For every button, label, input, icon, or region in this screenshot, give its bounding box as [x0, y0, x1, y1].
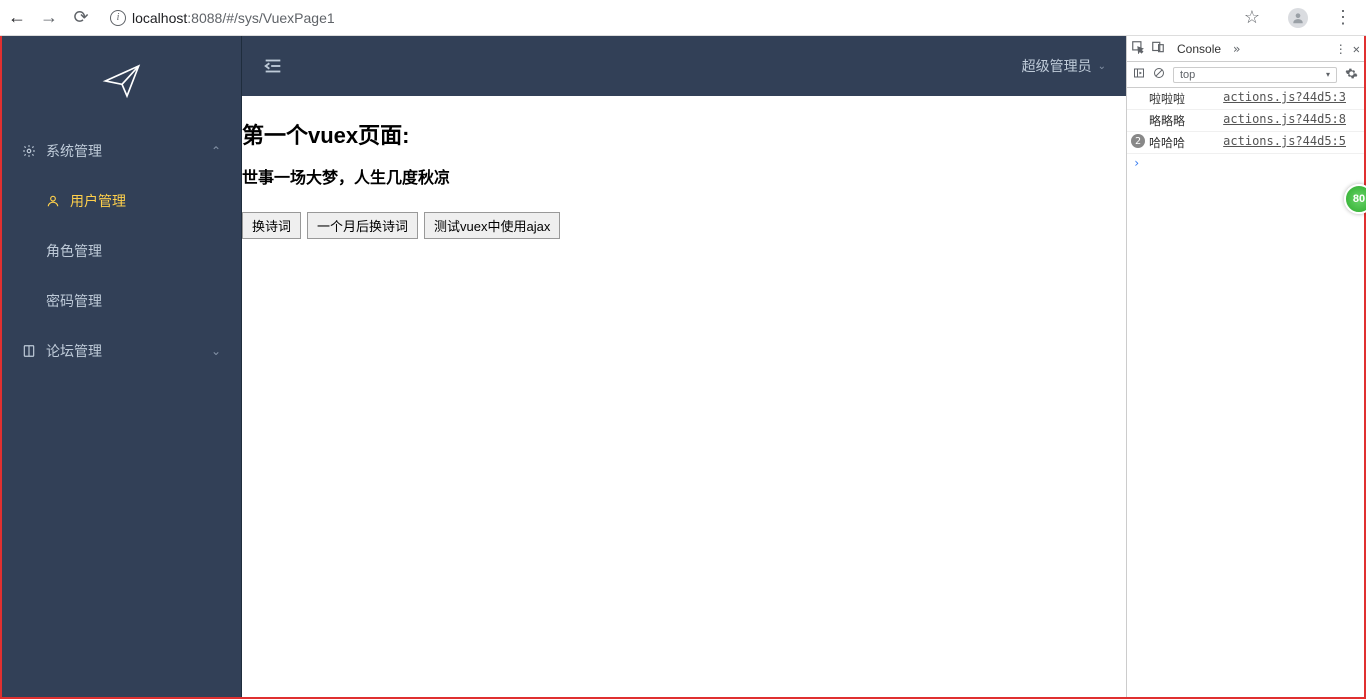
url-text: localhost:8088/#/sys/VuexPage1 [132, 10, 335, 26]
console-prompt[interactable]: › [1127, 154, 1364, 172]
user-label: 超级管理员 [1022, 56, 1092, 76]
bookmark-icon[interactable]: ☆ [1236, 7, 1268, 28]
sidebar-item-user-mgmt[interactable]: 用户管理 [2, 176, 241, 226]
button-row: 换诗词 一个月后换诗词 测试vuex中使用ajax [242, 212, 1126, 239]
inspect-icon[interactable] [1131, 40, 1145, 57]
paper-plane-icon [102, 61, 142, 101]
address-bar[interactable]: i localhost:8088/#/sys/VuexPage1 [104, 10, 1222, 26]
sidebar-item-label: 角色管理 [46, 241, 102, 261]
log-source-link[interactable]: actions.js?44d5:8 [1223, 112, 1346, 129]
devtools-console-toolbar: top ▾ [1127, 62, 1364, 88]
test-vuex-ajax-button[interactable]: 测试vuex中使用ajax [424, 212, 560, 239]
change-poem-later-button[interactable]: 一个月后换诗词 [307, 212, 418, 239]
main-area: 超级管理员 ⌄ 第一个vuex页面: 世事一场大梦，人生几度秋凉 换诗词 一个月… [242, 36, 1126, 697]
page-subtitle: 世事一场大梦，人生几度秋凉 [242, 164, 1126, 188]
change-poem-button[interactable]: 换诗词 [242, 212, 301, 239]
url-path: /#/sys/VuexPage1 [222, 10, 334, 26]
user-icon [46, 194, 60, 208]
devtools-kebab-icon[interactable]: ⋮ [1335, 42, 1347, 56]
app-shell: 系统管理 ⌃ 用户管理 角色管理 密码管理 论坛管理 ⌄ 超级管理员 ⌄ [0, 36, 1366, 699]
console-log-list: 啦啦啦 actions.js?44d5:3 略略略 actions.js?44d… [1127, 88, 1364, 154]
sidebar-item-label: 密码管理 [46, 291, 102, 311]
page-title: 第一个vuex页面: [242, 118, 1126, 150]
user-dropdown[interactable]: 超级管理员 ⌄ [1022, 56, 1106, 76]
log-message: 哈哈哈 [1149, 134, 1185, 151]
back-button[interactable]: ← [8, 9, 26, 27]
console-log-row: 2 哈哈哈 actions.js?44d5:5 [1127, 132, 1364, 154]
tab-console[interactable]: Console [1171, 36, 1227, 61]
url-host: localhost [132, 10, 187, 26]
console-sidebar-toggle-icon[interactable] [1133, 67, 1145, 82]
context-selector[interactable]: top ▾ [1173, 67, 1337, 83]
sidebar-item-role-mgmt[interactable]: 角色管理 [2, 226, 241, 276]
clear-console-icon[interactable] [1153, 67, 1165, 82]
sidebar-group-label: 论坛管理 [46, 341, 102, 361]
browser-menu-icon[interactable]: ⋮ [1328, 7, 1358, 28]
log-source-link[interactable]: actions.js?44d5:3 [1223, 90, 1346, 107]
gear-icon [22, 144, 36, 158]
console-settings-icon[interactable] [1345, 67, 1358, 83]
sidebar-item-password-mgmt[interactable]: 密码管理 [2, 276, 241, 326]
sidebar: 系统管理 ⌃ 用户管理 角色管理 密码管理 论坛管理 ⌄ [2, 36, 242, 697]
devtools-panel: Console » ⋮ ✕ top ▾ 啦啦啦 actions.j [1126, 36, 1364, 697]
device-toggle-icon[interactable] [1151, 40, 1165, 57]
chevron-down-icon: ⌄ [1098, 61, 1106, 72]
chevron-up-icon: ⌃ [211, 144, 221, 158]
sidebar-group-label: 系统管理 [46, 141, 102, 161]
page-content: 第一个vuex页面: 世事一场大梦，人生几度秋凉 换诗词 一个月后换诗词 测试v… [242, 96, 1126, 697]
chevron-down-icon: ▾ [1326, 70, 1330, 79]
reload-button[interactable]: ⟳ [72, 9, 90, 27]
profile-avatar-icon[interactable] [1288, 8, 1308, 28]
devtools-close-icon[interactable]: ✕ [1353, 42, 1360, 56]
more-tabs-icon[interactable]: » [1233, 42, 1240, 56]
sidebar-group-system[interactable]: 系统管理 ⌃ [2, 126, 241, 176]
context-label: top [1180, 69, 1195, 81]
url-port: :8088 [187, 10, 222, 26]
log-count-badge: 2 [1131, 134, 1145, 148]
console-log-row: 略略略 actions.js?44d5:8 [1127, 110, 1364, 132]
site-info-icon[interactable]: i [110, 10, 126, 26]
log-source-link[interactable]: actions.js?44d5:5 [1223, 134, 1346, 151]
sidebar-group-forum[interactable]: 论坛管理 ⌄ [2, 326, 241, 376]
book-icon [22, 344, 36, 358]
browser-toolbar: ← → ⟳ i localhost:8088/#/sys/VuexPage1 ☆… [0, 0, 1366, 36]
log-message: 啦啦啦 [1149, 90, 1185, 107]
chevron-down-icon: ⌄ [211, 344, 221, 358]
top-bar: 超级管理员 ⌄ [242, 36, 1126, 96]
sidebar-item-label: 用户管理 [70, 191, 126, 211]
logo [2, 36, 241, 126]
log-message: 略略略 [1149, 112, 1185, 129]
forward-button[interactable]: → [40, 9, 58, 27]
floating-badge[interactable]: 80 [1344, 184, 1366, 214]
collapse-sidebar-button[interactable] [262, 55, 284, 77]
console-log-row: 啦啦啦 actions.js?44d5:3 [1127, 88, 1364, 110]
devtools-tabs: Console » ⋮ ✕ [1127, 36, 1364, 62]
